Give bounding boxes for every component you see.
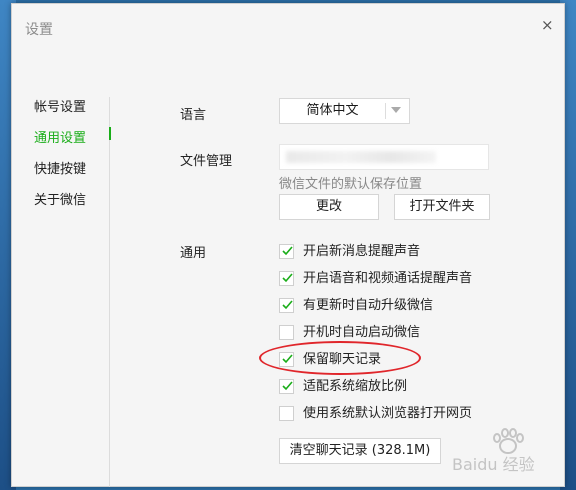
- option-label: 开机时自动启动微信: [303, 325, 421, 340]
- language-select[interactable]: 简体中文: [279, 98, 410, 124]
- blurred-path-text: [286, 151, 436, 163]
- sidebar-item-account[interactable]: 帐号设置: [34, 96, 114, 115]
- language-label: 语言: [180, 108, 207, 123]
- clear-chat-history-button[interactable]: 清空聊天记录 (328.1M): [279, 438, 441, 464]
- option-checkbox[interactable]: [279, 298, 294, 313]
- chevron-down-icon: [391, 107, 401, 113]
- close-button[interactable]: ×: [541, 16, 554, 34]
- baidu-watermark: Baidu 经验: [452, 428, 535, 474]
- file-path-hint: 微信文件的默认保存位置: [279, 177, 423, 192]
- select-separator: [385, 103, 386, 119]
- open-folder-button[interactable]: 打开文件夹: [394, 194, 490, 220]
- general-label: 通用: [180, 246, 207, 261]
- option-checkbox[interactable]: [279, 406, 294, 421]
- option-label: 开启语音和视频通话提醒声音: [303, 271, 473, 286]
- checkmark-icon: [282, 273, 293, 283]
- file-management-label: 文件管理: [180, 154, 233, 169]
- window-title: 设置: [25, 22, 53, 38]
- file-path-field: [279, 144, 489, 170]
- option-label: 开启新消息提醒声音: [303, 244, 421, 259]
- checkmark-icon: [282, 246, 293, 256]
- option-checkbox[interactable]: [279, 244, 294, 259]
- option-label: 有更新时自动升级微信: [303, 298, 434, 313]
- sidebar-item-shortcuts[interactable]: 快捷按键: [34, 158, 114, 177]
- checkmark-icon: [282, 381, 293, 391]
- sidebar-divider: [109, 97, 110, 487]
- option-label: 适配系统缩放比例: [303, 379, 408, 394]
- change-folder-button[interactable]: 更改: [279, 194, 379, 220]
- annotation-ellipse: [259, 341, 421, 375]
- option-checkbox[interactable]: [279, 379, 294, 394]
- language-select-value: 简体中文: [306, 103, 359, 118]
- option-label: 使用系统默认浏览器打开网页: [303, 406, 473, 421]
- active-tab-indicator: [109, 127, 111, 140]
- settings-window: 设置 × 帐号设置 通用设置 快捷按键 关于微信 语言 简体中文 文件管理 微信…: [11, 3, 565, 487]
- option-checkbox[interactable]: [279, 271, 294, 286]
- option-checkbox[interactable]: [279, 325, 294, 340]
- watermark-text: Baidu 经验: [452, 455, 535, 474]
- sidebar-item-general[interactable]: 通用设置: [34, 127, 114, 146]
- checkmark-icon: [282, 300, 293, 310]
- sidebar-item-about[interactable]: 关于微信: [34, 189, 114, 208]
